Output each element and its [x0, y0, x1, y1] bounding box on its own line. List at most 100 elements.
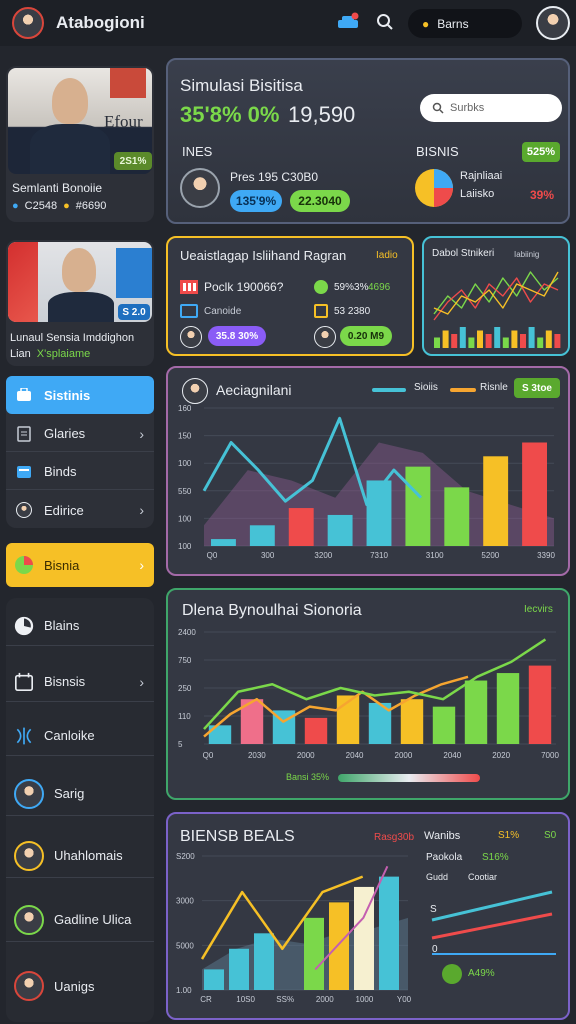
sidebar-item-binds[interactable]: Binds [6, 454, 154, 490]
mini-chart-card[interactable]: Dabol Stnikeri Iabiinig [422, 236, 570, 356]
mini-chart-bar [468, 337, 475, 348]
sidebar-label: Blains [44, 618, 80, 633]
profile-card[interactable]: Efour 2S1% Semlanti Bonoiie ● C2548 ● #6… [6, 66, 154, 222]
sidebar-item-bisnsis[interactable]: Bisnsis › [6, 662, 154, 702]
chart3-side-title: Wanibs [424, 830, 461, 842]
chart3-pill: A49% [468, 968, 495, 979]
chart2-tag: Iecvirs [524, 604, 553, 615]
chart1-bar [522, 442, 547, 546]
chart3-row2-label: Gudd [426, 872, 449, 882]
chart-panel-3: BIENSB BEALS Rasg30b S200 3000 5000 1.00 CR 1… [166, 812, 570, 1020]
sidebar-label: Binds [44, 464, 77, 479]
car-icon[interactable] [336, 12, 360, 32]
summary-pill-green[interactable]: 22.3040 [290, 190, 350, 212]
sidebar-item-sistinis[interactable]: Sistinis [6, 376, 154, 414]
summary-pie-value: 39% [530, 188, 555, 202]
chart2-x-tick: 2040 [346, 751, 364, 760]
summary-search[interactable]: Surbks [420, 94, 562, 122]
mini-row2-right: 53 2380 [334, 306, 371, 317]
chart3-y-tick: S200 [176, 852, 195, 861]
calendar-icon [14, 672, 34, 692]
sidebar-label: Uanigs [54, 978, 95, 994]
network-icon [14, 726, 34, 746]
mini-chart-bar [511, 330, 518, 348]
app-avatar[interactable] [12, 7, 44, 39]
person-avatar [14, 971, 44, 1001]
summary-right-badge: 525% [522, 142, 560, 162]
summary-pie-chart [414, 168, 454, 208]
person-avatar [14, 840, 44, 871]
sidebar-item-blains[interactable]: Blains [6, 606, 154, 646]
profile-line-2-a: Lian [10, 348, 31, 360]
sidebar-label: Edirice [44, 502, 84, 518]
chart1-x-tick: 3100 [426, 551, 444, 560]
chart2-bar [400, 699, 424, 744]
sidebar-item-glaries[interactable]: Glaries › [6, 416, 154, 452]
chart3-bar [329, 902, 349, 990]
chart3-row2-value: Cootiar [468, 872, 498, 882]
mini-chart-bar [451, 334, 458, 348]
sidebar-item-uhahlomais[interactable]: Uhahlomais [6, 834, 154, 878]
chart3-x-tick: SS% [276, 995, 294, 1004]
mini-pill-purple[interactable]: 35.8 30% [208, 326, 266, 346]
chart2-bar [496, 673, 520, 744]
chart3-x-tick: 10S0 [236, 995, 255, 1004]
chart1-avatar [182, 378, 208, 404]
chart3-bar [254, 933, 274, 990]
chart1-legend-a: Sioiis [414, 382, 438, 393]
summary-pie-label-1: Rajnliaai [460, 170, 503, 182]
sidebar-item-canloike[interactable]: Canloike [6, 716, 154, 756]
profile-badge: 2S1% [114, 152, 152, 170]
mini-avatar [180, 326, 202, 348]
chart3-plot: S200 3000 5000 1.00 CR 10S0 SS% 2000 1000 Y00 [176, 852, 412, 1004]
chart3-x-tick: 1000 [356, 995, 374, 1004]
chart2-bar [464, 680, 488, 744]
mini-chart-bar [494, 327, 501, 348]
chart1-legend-a-swatch [372, 388, 406, 392]
chart-panel-2: Dlena Bynoulhai Sionoria Iecvirs 2400 750… [166, 588, 570, 800]
mini-row1-right-b: 4696 [368, 282, 391, 293]
briefcase-icon [14, 385, 34, 405]
sidebar-item-gadline-ulica[interactable]: Gadline Ulica [6, 898, 154, 942]
search-icon [432, 102, 444, 114]
chart2-x-tick: Q0 [203, 751, 214, 760]
chart3-x-tick: 2000 [316, 995, 334, 1004]
profile-card-2[interactable]: S 2.0 Lunaul Sensia Imddighon Lian X'spl… [6, 240, 154, 366]
chart1-x-tick: 300 [261, 551, 275, 560]
chart3-y-tick: 1.00 [176, 986, 192, 995]
flag-red [8, 242, 38, 322]
sidebar-item-uanigs[interactable]: Uanigs [6, 964, 154, 1008]
chevron-right-icon: › [139, 557, 144, 573]
mini-pill-green[interactable]: 0.20 M9 [340, 326, 392, 346]
chart2-y-tick: 2400 [178, 628, 196, 637]
search-pill[interactable]: ● Barns [408, 9, 522, 38]
sidebar-label: Glaries [44, 426, 86, 441]
mini-chart-bar [502, 337, 509, 348]
sidebar-item-edirice[interactable]: Edirice › [6, 492, 154, 528]
mini-chart-bar [434, 337, 440, 348]
mini-avatar-2 [314, 326, 336, 348]
chart2-plot: 2400 750 250 110 5 Q0 2030 2000 2040 2000 2040 2020… [178, 628, 559, 760]
chart1-plot: 160 150 100 550 100 100 Q0 300 3200 7310 3100 5200 3… [178, 404, 555, 560]
chart1-bar [405, 466, 431, 546]
chart1-y-tick: 150 [178, 432, 192, 441]
chart1-bar [483, 456, 509, 546]
chart3-side-line-red [431, 912, 553, 940]
mini-stat-card[interactable]: Ueaistlagap Isliihand Ragran Iadio Poclk… [166, 236, 414, 356]
chart1-x-tick: 5200 [481, 551, 499, 560]
sidebar-item-sarig[interactable]: Sarig [6, 772, 154, 816]
chart3-x-tick: CR [200, 995, 212, 1004]
sidebar-item-bisnia[interactable]: Bisnia › [6, 543, 154, 587]
user-avatar[interactable] [536, 6, 570, 40]
chart3-x-tick: Y00 [397, 995, 412, 1004]
chart2-x-tick: 2020 [492, 751, 510, 760]
chart-panel-1: Aeciagnilani Sioiis Risnle S 3toe 160 150… [166, 366, 570, 576]
chart1-bar [288, 508, 314, 546]
chart1-bar [444, 487, 470, 546]
mini-chart-bar [485, 334, 492, 348]
mini-chart-bar [477, 330, 483, 348]
mini-chart-bar [442, 330, 449, 348]
summary-pill-blue[interactable]: 135'9% [230, 190, 282, 212]
search-icon[interactable] [376, 13, 394, 31]
chart1-y-tick: 160 [178, 404, 192, 413]
